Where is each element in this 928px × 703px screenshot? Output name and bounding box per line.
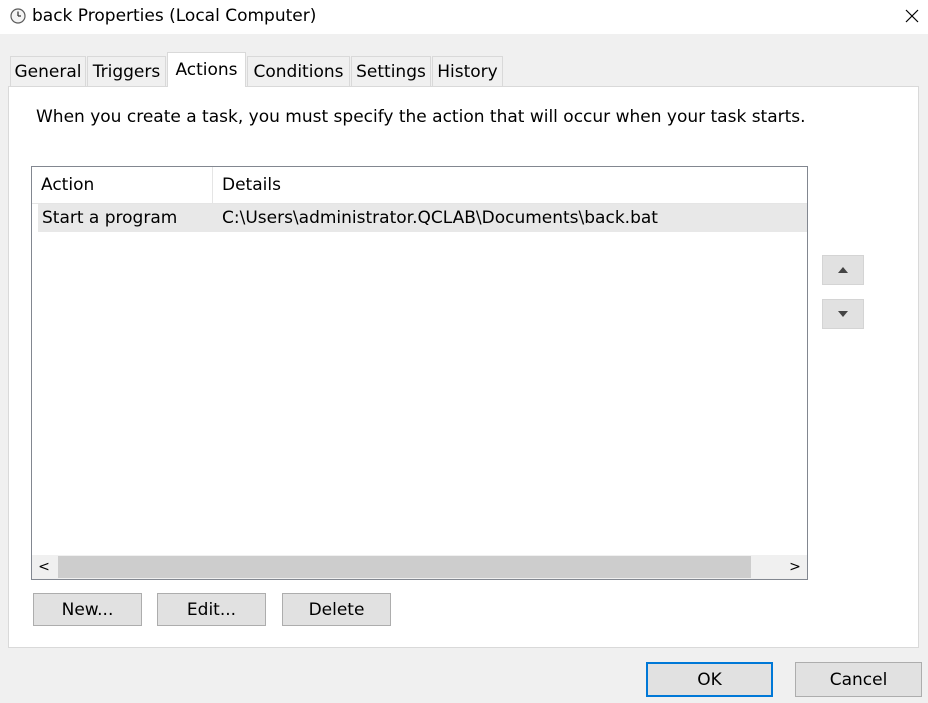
panel-description: When you create a task, you must specify…: [36, 107, 806, 127]
triangle-up-icon: [838, 267, 848, 273]
tab-label: Actions: [175, 60, 238, 80]
delete-button[interactable]: Delete: [282, 593, 391, 626]
move-up-button[interactable]: [822, 255, 864, 285]
tab-label: Settings: [356, 61, 426, 82]
cancel-button-label: Cancel: [829, 669, 888, 690]
list-header: Action Details: [32, 167, 807, 204]
triangle-down-icon: [838, 311, 848, 317]
row-details-cell: C:\Users\administrator.QCLAB\Documents\b…: [222, 208, 658, 228]
tab-label: Conditions: [253, 61, 344, 82]
tab-history[interactable]: History: [432, 56, 503, 86]
scrollbar-thumb[interactable]: [58, 556, 751, 578]
chevron-left-icon: <: [38, 559, 50, 575]
actions-list[interactable]: Action Details Start a program C:\Users\…: [31, 166, 808, 580]
new-button-label: New...: [61, 599, 114, 620]
tab-conditions[interactable]: Conditions: [247, 56, 350, 86]
ok-button-label: OK: [697, 669, 722, 690]
tab-label: Triggers: [92, 61, 161, 82]
delete-button-label: Delete: [308, 599, 365, 620]
ok-button[interactable]: OK: [646, 662, 773, 697]
scroll-right-button[interactable]: >: [783, 555, 807, 579]
horizontal-scrollbar[interactable]: < >: [32, 555, 807, 579]
close-button[interactable]: [896, 0, 928, 32]
tab-label: History: [437, 61, 498, 82]
column-header-action[interactable]: Action: [32, 167, 213, 203]
clock-icon: [10, 8, 26, 24]
tab-label: General: [14, 61, 82, 82]
close-icon: [905, 9, 919, 23]
tab-actions[interactable]: Actions: [167, 52, 246, 87]
tab-settings[interactable]: Settings: [351, 56, 431, 86]
edit-button[interactable]: Edit...: [157, 593, 266, 626]
tab-general[interactable]: General: [10, 56, 86, 86]
move-down-button[interactable]: [822, 299, 864, 329]
tab-triggers[interactable]: Triggers: [87, 56, 166, 86]
chevron-right-icon: >: [789, 559, 801, 575]
row-action-cell: Start a program: [42, 208, 178, 228]
cancel-button[interactable]: Cancel: [795, 662, 922, 697]
new-button[interactable]: New...: [33, 593, 142, 626]
table-row[interactable]: Start a program C:\Users\administrator.Q…: [38, 204, 807, 232]
window-title: back Properties (Local Computer): [32, 6, 317, 26]
column-header-details[interactable]: Details: [213, 167, 807, 203]
title-bar: back Properties (Local Computer): [0, 0, 928, 34]
edit-button-label: Edit...: [186, 599, 237, 620]
scroll-left-button[interactable]: <: [32, 555, 56, 579]
